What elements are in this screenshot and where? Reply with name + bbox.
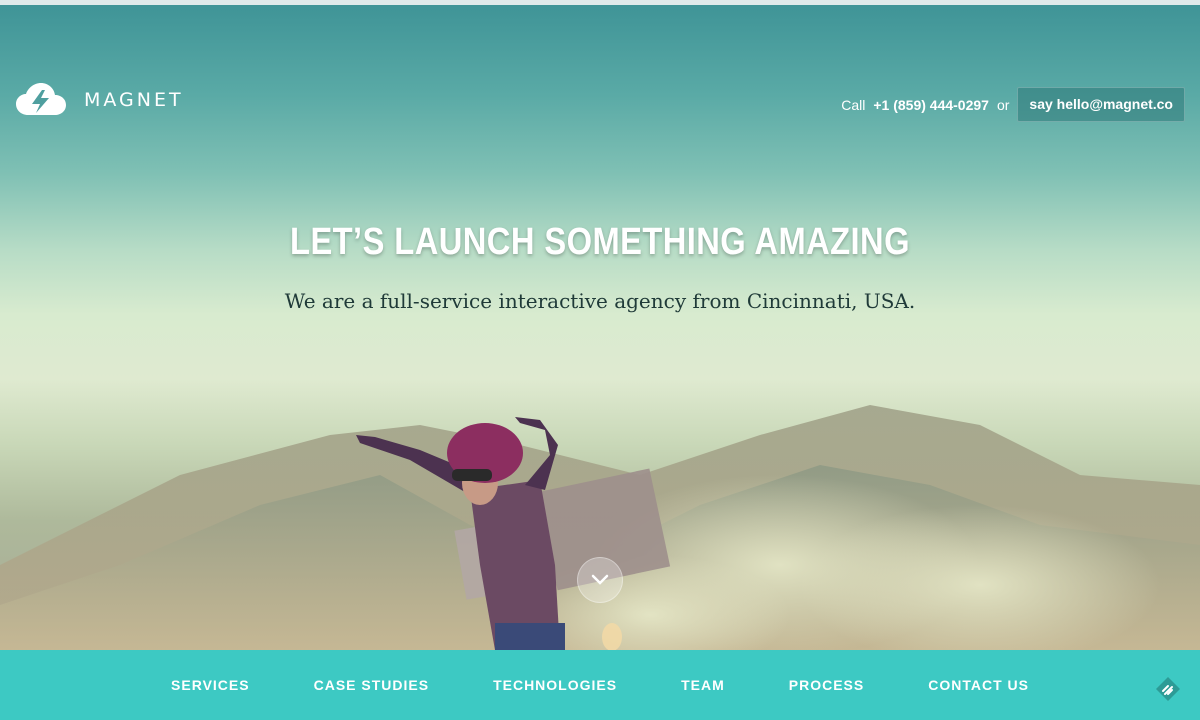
hero-subheadline: We are a full-service interactive agency…: [284, 289, 916, 313]
nav-item-case-studies[interactable]: CASE STUDIES: [282, 677, 461, 693]
scroll-down-button[interactable]: [577, 557, 623, 603]
brand-logo[interactable]: MAGNET: [16, 81, 184, 119]
nav-item-contact-us[interactable]: CONTACT US: [896, 677, 1061, 693]
nav-item-technologies[interactable]: TECHNOLOGIES: [461, 677, 649, 693]
nav-item-team[interactable]: TEAM: [649, 677, 757, 693]
hero-section: MAGNET Call +1 (859) 444-0297 or say hel…: [0, 5, 1200, 650]
nav-item-process[interactable]: PROCESS: [757, 677, 896, 693]
nav-menu: SERVICES CASE STUDIES TECHNOLOGIES TEAM …: [0, 650, 1200, 720]
brand-name: MAGNET: [84, 89, 184, 111]
phone-number[interactable]: +1 (859) 444-0297: [873, 97, 989, 113]
cloud-lightning-icon: [16, 83, 66, 115]
header-contact: Call +1 (859) 444-0297 or say hello@magn…: [841, 87, 1185, 122]
or-label: or: [996, 96, 1010, 113]
chevron-down-icon: [591, 574, 609, 585]
hero-headline: LET’S LAUNCH SOMETHING AMAZING: [290, 221, 910, 263]
nav-item-services[interactable]: SERVICES: [139, 677, 282, 693]
call-label: Call: [841, 96, 866, 113]
email-button[interactable]: say hello@magnet.co: [1017, 87, 1185, 122]
main-navigation: SERVICES CASE STUDIES TECHNOLOGIES TEAM …: [0, 650, 1200, 720]
feedback-icon[interactable]: [1154, 675, 1182, 703]
